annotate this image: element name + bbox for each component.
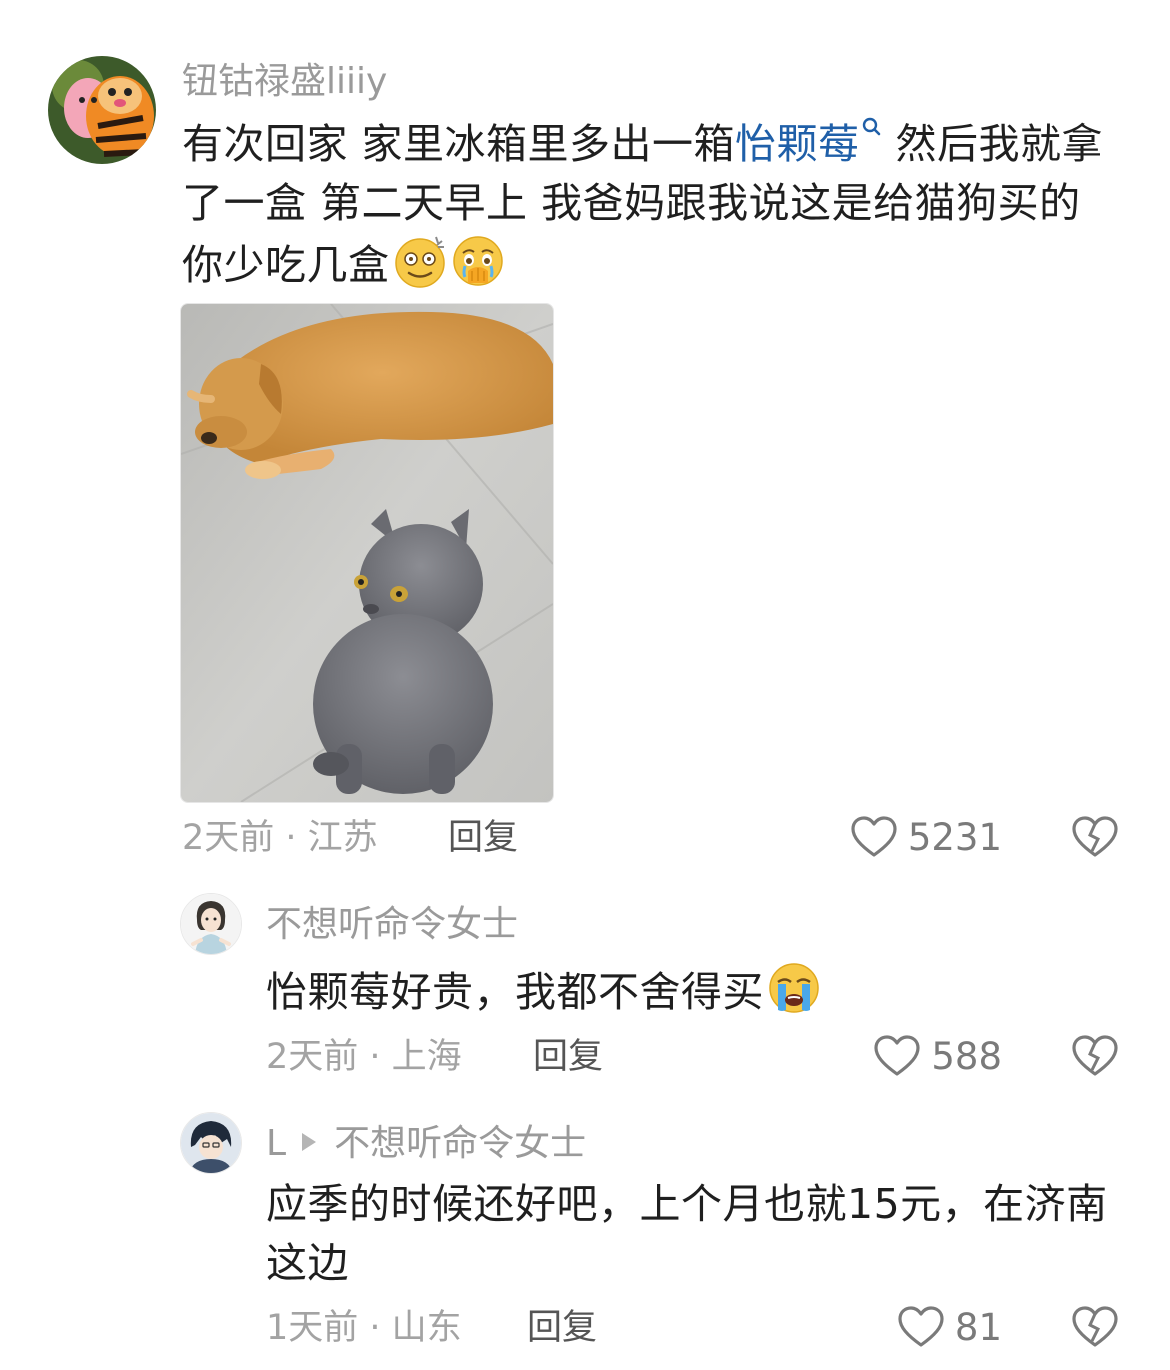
dislike-button[interactable]	[1072, 815, 1118, 859]
cartoon-tiger-avatar-icon	[48, 56, 156, 164]
comment-text: 有次回家 家里冰箱里多出一箱怡颗莓 然后我就拿了一盒 第二天早上 我爸妈跟我说这是…	[182, 115, 1122, 295]
dislike-button[interactable]	[1072, 1305, 1118, 1349]
comment-time-location: 2天前 · 上海	[266, 1037, 462, 1077]
like-button[interactable]: 81	[897, 1302, 1002, 1352]
comment-text-part: 怡颗莓好贵，我都不舍得买	[266, 968, 764, 1016]
reply-button[interactable]: 回复	[527, 1306, 597, 1350]
like-button[interactable]: 5231	[850, 812, 1002, 862]
anime-boy-avatar-icon	[181, 1113, 241, 1173]
comment-username[interactable]: 不想听命令女士	[266, 903, 518, 947]
comment-username[interactable]: L	[266, 1123, 286, 1164]
reply-header: L 不想听命令女士	[266, 1122, 586, 1166]
comment-text: 应季的时候还好吧，上个月也就15元，在济南这边	[266, 1180, 1108, 1287]
search-icon[interactable]	[860, 115, 882, 145]
loudly-crying-emoji-icon	[769, 963, 819, 1013]
heart-icon	[851, 816, 897, 857]
like-count: 5231	[907, 815, 1002, 859]
avatar[interactable]	[180, 893, 242, 955]
holding-back-tears-emoji-icon	[452, 236, 503, 286]
broken-heart-icon	[1072, 1035, 1118, 1076]
reply-button[interactable]: 回复	[533, 1035, 603, 1079]
broken-heart-icon	[1072, 816, 1118, 857]
reply-button[interactable]: 回复	[448, 816, 518, 860]
dislike-button[interactable]	[1072, 1034, 1118, 1078]
reply-arrow-icon	[302, 1133, 317, 1151]
like-count: 588	[931, 1034, 1002, 1078]
heart-icon	[874, 1035, 920, 1076]
anime-girl-avatar-icon	[181, 894, 241, 954]
comment-time-location: 1天前 · 山东	[266, 1308, 462, 1348]
like-count: 81	[954, 1305, 1002, 1349]
dizzy-smile-emoji-icon	[394, 236, 445, 288]
reply-to-username[interactable]: 不想听命令女士	[334, 1123, 586, 1164]
dog-and-cat-photo-icon	[181, 304, 553, 802]
comment-time-location: 2天前 · 江苏	[182, 818, 378, 858]
comment-username[interactable]: 钮钴禄盛liiiy	[182, 60, 387, 104]
search-link[interactable]: 怡颗莓	[735, 120, 860, 168]
heart-icon	[898, 1306, 944, 1347]
like-button[interactable]: 588	[873, 1031, 1002, 1081]
comment-thread: 钮钴禄盛liiiy 有次回家 家里冰箱里多出一箱怡颗莓 然后我就拿了一盒 第二天早…	[0, 0, 1170, 1370]
comment-text: 怡颗莓好贵，我都不舍得买	[266, 960, 1126, 1022]
broken-heart-icon	[1072, 1306, 1118, 1347]
avatar[interactable]	[180, 1112, 242, 1174]
attached-photo[interactable]	[180, 303, 554, 803]
comment-text-part: 有次回家 家里冰箱里多出一箱	[182, 120, 736, 168]
avatar[interactable]	[48, 56, 156, 164]
